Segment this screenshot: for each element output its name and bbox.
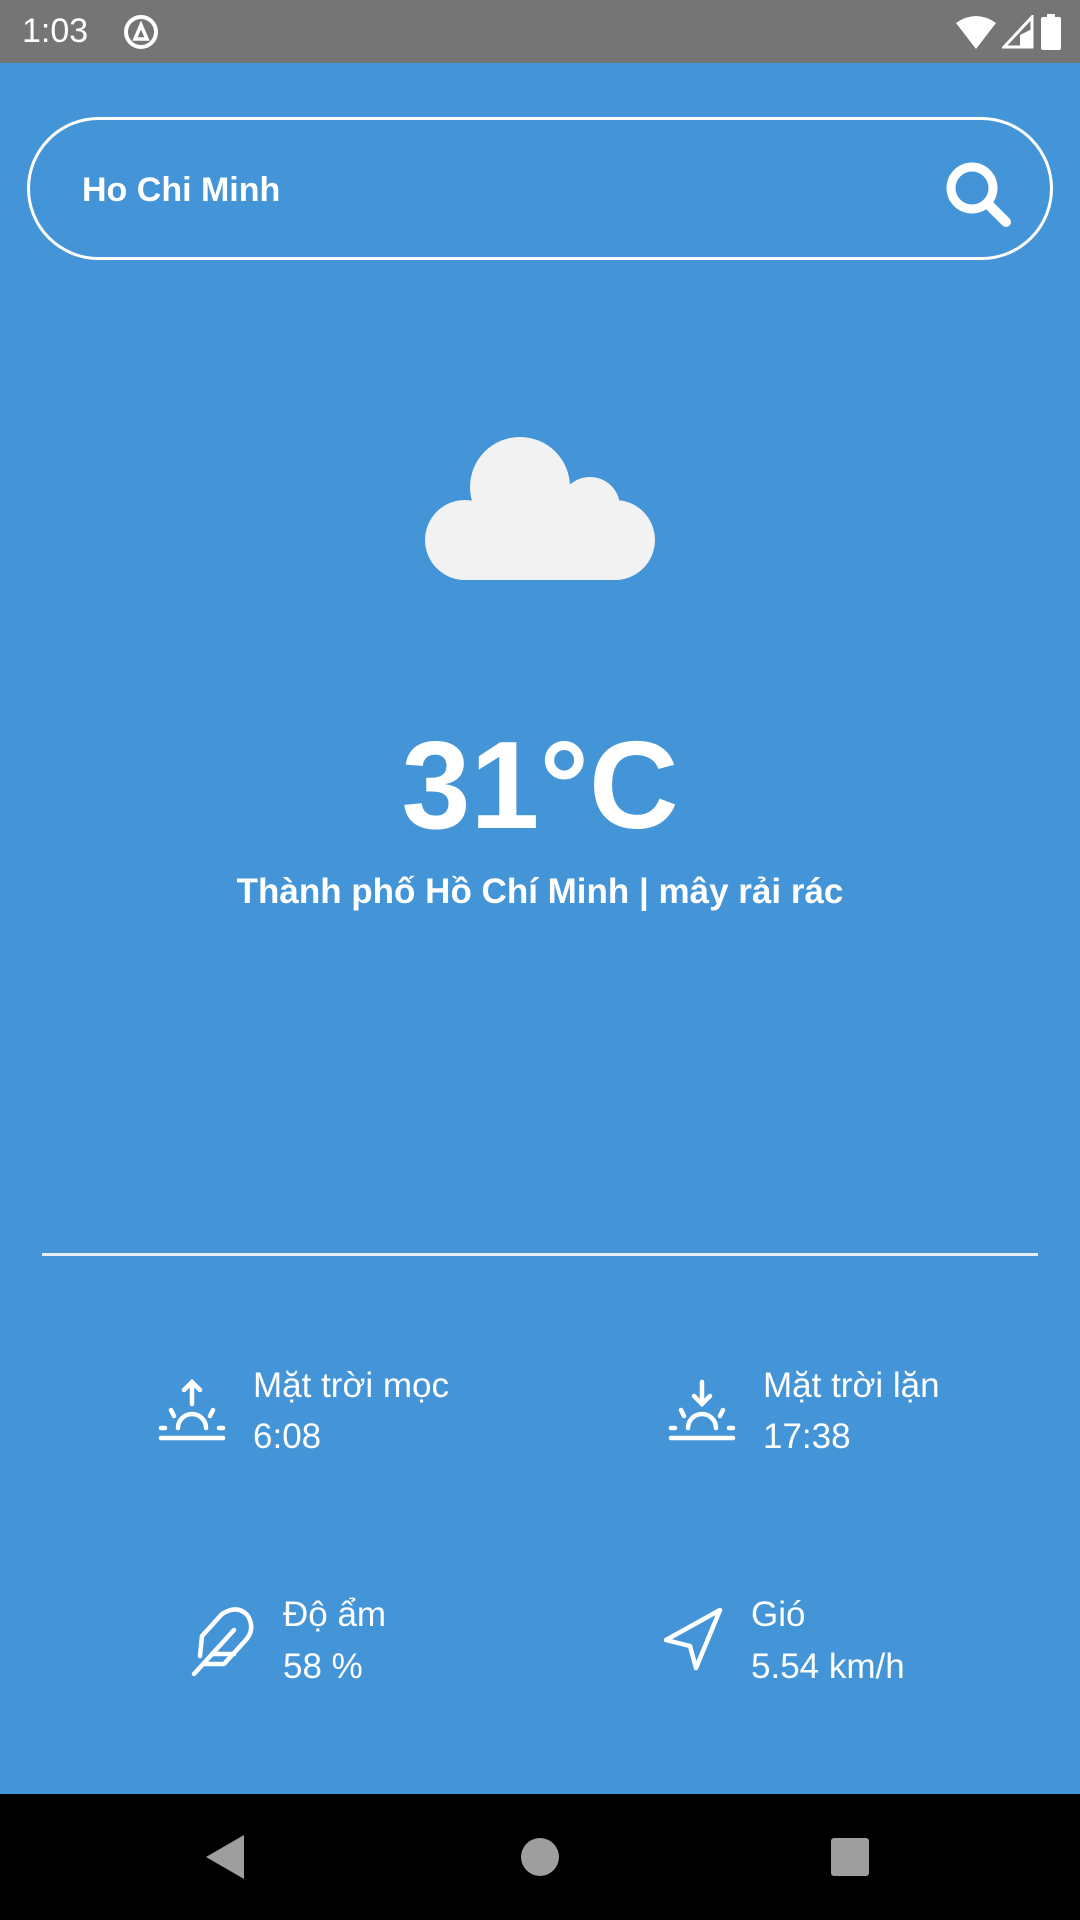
sunrise-value: 6:08 <box>253 1417 322 1456</box>
sunset-icon <box>668 1379 736 1441</box>
navigation-icon <box>663 1607 723 1671</box>
back-button[interactable] <box>204 1833 248 1881</box>
at-sign-icon <box>124 15 158 49</box>
temperature: 31°C <box>401 717 679 855</box>
sunrise-label: Mặt trời mọc <box>253 1366 450 1405</box>
weather-description: Thành phố Hồ Chí Minh | mây rải rác <box>236 872 844 911</box>
feather-icon <box>191 1607 254 1677</box>
divider <box>42 1253 1038 1256</box>
home-button[interactable] <box>520 1837 560 1877</box>
search-bar <box>27 117 1053 260</box>
battery-icon <box>1041 14 1061 50</box>
humidity-value: 58 % <box>283 1647 363 1686</box>
cloud-icon <box>425 437 655 580</box>
search-input[interactable] <box>82 160 882 220</box>
sunset-value: 17:38 <box>763 1417 851 1456</box>
humidity-label: Độ ẩm <box>283 1595 387 1634</box>
status-time: 1:03 <box>22 12 89 50</box>
sunset-label: Mặt trời lặn <box>763 1366 940 1405</box>
sunrise-icon <box>158 1378 226 1441</box>
navigation-bar <box>0 1794 1080 1920</box>
search-icon[interactable] <box>940 156 1016 232</box>
wind-value: 5.54 km/h <box>751 1647 905 1686</box>
recents-button[interactable] <box>830 1837 870 1877</box>
wifi-icon <box>956 16 996 49</box>
wind-label: Gió <box>751 1595 806 1634</box>
signal-icon <box>1002 15 1034 49</box>
status-bar: 1:03 <box>0 0 1080 63</box>
